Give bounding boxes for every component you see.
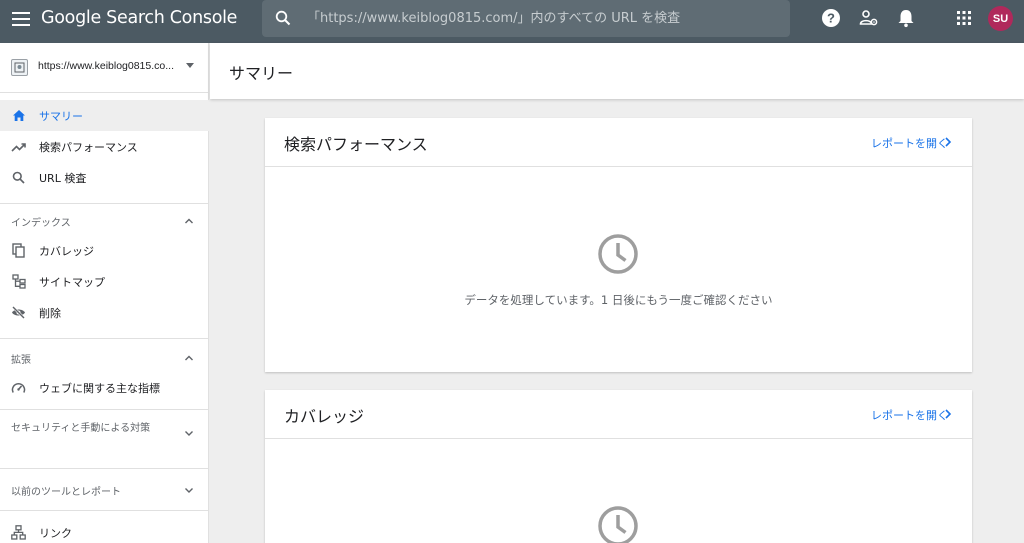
manage-users-icon[interactable] xyxy=(859,8,879,28)
sidebar-item-url-inspection[interactable]: URL 検査 xyxy=(0,162,209,193)
chevron-down-icon xyxy=(185,488,193,493)
section-legacy-tools-header[interactable]: 以前のツールとレポート xyxy=(0,474,209,504)
copy-icon xyxy=(10,242,27,259)
sidebar-item-removals[interactable]: 削除 xyxy=(0,297,209,328)
sidebar-item-summary[interactable]: サマリー xyxy=(0,100,209,131)
app-logo[interactable]: Google Search Console xyxy=(41,8,237,28)
home-icon xyxy=(10,107,27,124)
section-label: セキュリティと手動による対策 xyxy=(11,423,151,434)
sidebar-item-label: リンク xyxy=(39,527,72,540)
links-icon xyxy=(10,524,27,541)
clock-icon xyxy=(598,506,638,543)
search-input[interactable] xyxy=(307,0,777,37)
sidebar-item-label: サイトマップ xyxy=(39,276,105,289)
sidebar-item-label: カバレッジ xyxy=(39,245,94,258)
sitemap-icon xyxy=(10,273,27,290)
processing-message: データを処理しています。1 日後にもう一度ご確認ください xyxy=(464,293,773,307)
clock-icon xyxy=(598,234,638,274)
card-header: カバレッジ レポートを開く xyxy=(265,390,972,439)
sidebar-divider xyxy=(0,409,209,410)
apps-grid-icon[interactable] xyxy=(954,8,974,28)
section-security-header[interactable]: セキュリティと手動による対策 xyxy=(0,411,209,467)
sidebar-divider xyxy=(0,338,209,339)
speed-gauge-icon xyxy=(10,379,27,396)
sidebar-item-label: 検索パフォーマンス xyxy=(39,141,138,154)
svg-text:?: ? xyxy=(827,11,835,26)
section-label: 拡張 xyxy=(11,355,31,366)
sidebar-item-label: ウェブに関する主な指標 xyxy=(39,382,160,395)
chevron-up-icon xyxy=(185,355,193,361)
search-performance-card: 検索パフォーマンス レポートを開く データを処理しています。1 日後にもう一度ご… xyxy=(265,118,972,372)
url-inspect-search[interactable] xyxy=(262,0,790,37)
open-report-link[interactable]: レポートを開く xyxy=(871,407,948,423)
sidebar-divider xyxy=(0,510,209,511)
card-title: 検索パフォーマンス xyxy=(284,135,428,154)
sidebar-item-label: サマリー xyxy=(39,110,83,123)
sidebar-item-label: URL 検査 xyxy=(39,172,87,185)
visibility-off-icon xyxy=(10,304,27,321)
help-icon[interactable]: ? xyxy=(821,8,841,28)
notifications-icon[interactable] xyxy=(896,8,916,28)
sidebar-item-core-web-vitals[interactable]: ウェブに関する主な指標 xyxy=(0,372,209,403)
chevron-right-icon[interactable] xyxy=(943,408,953,420)
section-label: インデックス xyxy=(11,218,71,229)
trending-up-icon xyxy=(10,138,27,155)
site-favicon-icon xyxy=(11,59,28,76)
sidebar-item-label: 削除 xyxy=(39,307,61,320)
page-title: サマリー xyxy=(229,64,294,83)
section-index-header[interactable]: インデックス xyxy=(0,205,209,235)
sidebar-item-coverage[interactable]: カバレッジ xyxy=(0,235,209,266)
search-icon xyxy=(275,10,291,30)
menu-icon[interactable] xyxy=(8,6,34,32)
search-icon xyxy=(10,169,27,186)
coverage-card: カバレッジ レポートを開く xyxy=(265,390,972,543)
sidebar-divider xyxy=(0,468,209,469)
sidebar-item-sitemaps[interactable]: サイトマップ xyxy=(0,266,209,297)
chevron-right-icon[interactable] xyxy=(943,136,953,148)
property-url: https://www.keiblog0815.co... xyxy=(38,60,174,72)
section-label: 以前のツールとレポート xyxy=(11,487,121,498)
section-enhancements-header[interactable]: 拡張 xyxy=(0,342,209,372)
chevron-up-icon xyxy=(185,218,193,224)
account-avatar[interactable]: SU xyxy=(988,6,1013,31)
sidebar-divider xyxy=(0,203,209,204)
card-title: カバレッジ xyxy=(284,407,365,426)
top-app-bar: Google Search Console ? SU xyxy=(0,0,1024,43)
sidebar-item-links[interactable]: リンク xyxy=(0,517,209,543)
sidebar-item-search-performance[interactable]: 検索パフォーマンス xyxy=(0,131,209,162)
chevron-down-icon xyxy=(185,431,193,436)
dropdown-arrow-icon xyxy=(186,63,194,68)
property-selector[interactable]: https://www.keiblog0815.co... xyxy=(0,43,209,93)
page-header: サマリー xyxy=(210,43,1024,99)
sidebar: https://www.keiblog0815.co... サマリー 検索パフォ… xyxy=(0,43,209,543)
open-report-link[interactable]: レポートを開く xyxy=(871,135,948,151)
card-header: 検索パフォーマンス レポートを開く xyxy=(265,118,972,167)
